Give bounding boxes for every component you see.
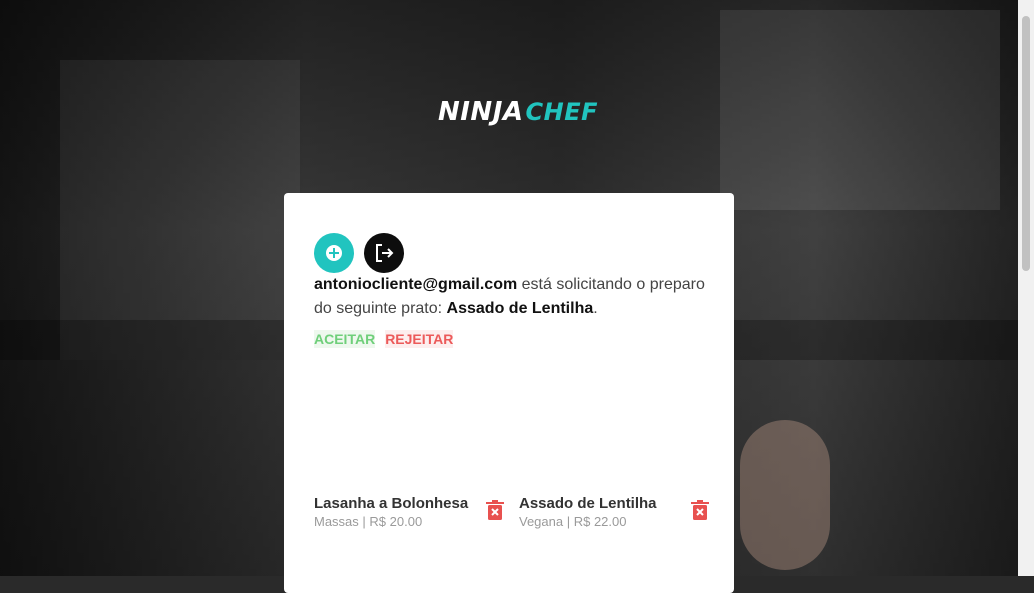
request-actions: ACEITAR REJEITAR [314,330,454,348]
plus-circle-icon [326,245,342,261]
delete-icon[interactable] [691,500,709,520]
add-button[interactable] [314,233,354,273]
dish-item: Assado de Lentilha Vegana | R$ 22.00 [519,494,709,534]
dish-name: Assado de Lentilha [519,495,657,512]
dish-meta: Vegana | R$ 22.00 [519,514,627,529]
requested-dish: Assado de Lentilha [446,300,594,317]
delete-icon[interactable] [486,500,504,520]
page-scrollbar[interactable] [1018,0,1034,576]
dish-name: Lasanha a Bolonhesa [314,495,469,512]
requester-email: antoniocliente@gmail.com [314,276,518,293]
accept-button[interactable]: ACEITAR [314,330,376,348]
logout-icon [376,244,394,262]
request-message: antoniocliente@gmail.com está solicitand… [314,276,705,317]
main-card: antoniocliente@gmail.com está solicitand… [284,193,734,593]
dish-item: Lasanha a Bolonhesa Massas | R$ 20.00 [314,494,504,534]
dish-meta: Massas | R$ 20.00 [314,514,423,529]
scrollbar-thumb[interactable] [1022,16,1030,271]
ninjachef-logo: NINJA CHEF [438,90,598,134]
logo-part-chef: CHEF [525,98,598,126]
logo-part-ninja: NINJA [438,97,524,127]
reject-button[interactable]: REJEITAR [385,330,454,348]
logout-button[interactable] [364,233,404,273]
